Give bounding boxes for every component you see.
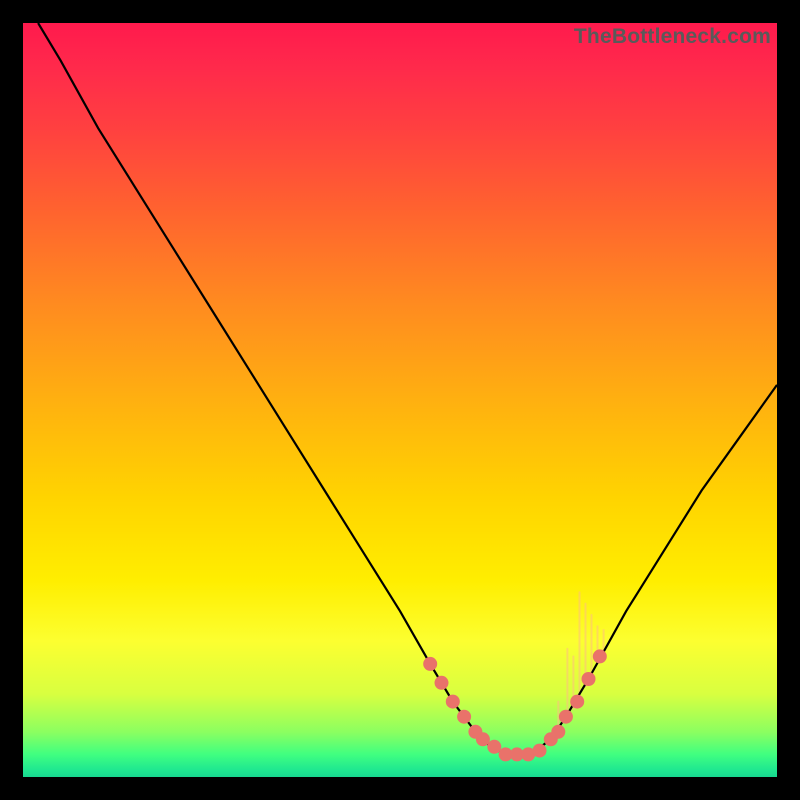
gradient-background xyxy=(23,23,777,777)
chart-area: TheBottleneck.com xyxy=(23,23,777,777)
